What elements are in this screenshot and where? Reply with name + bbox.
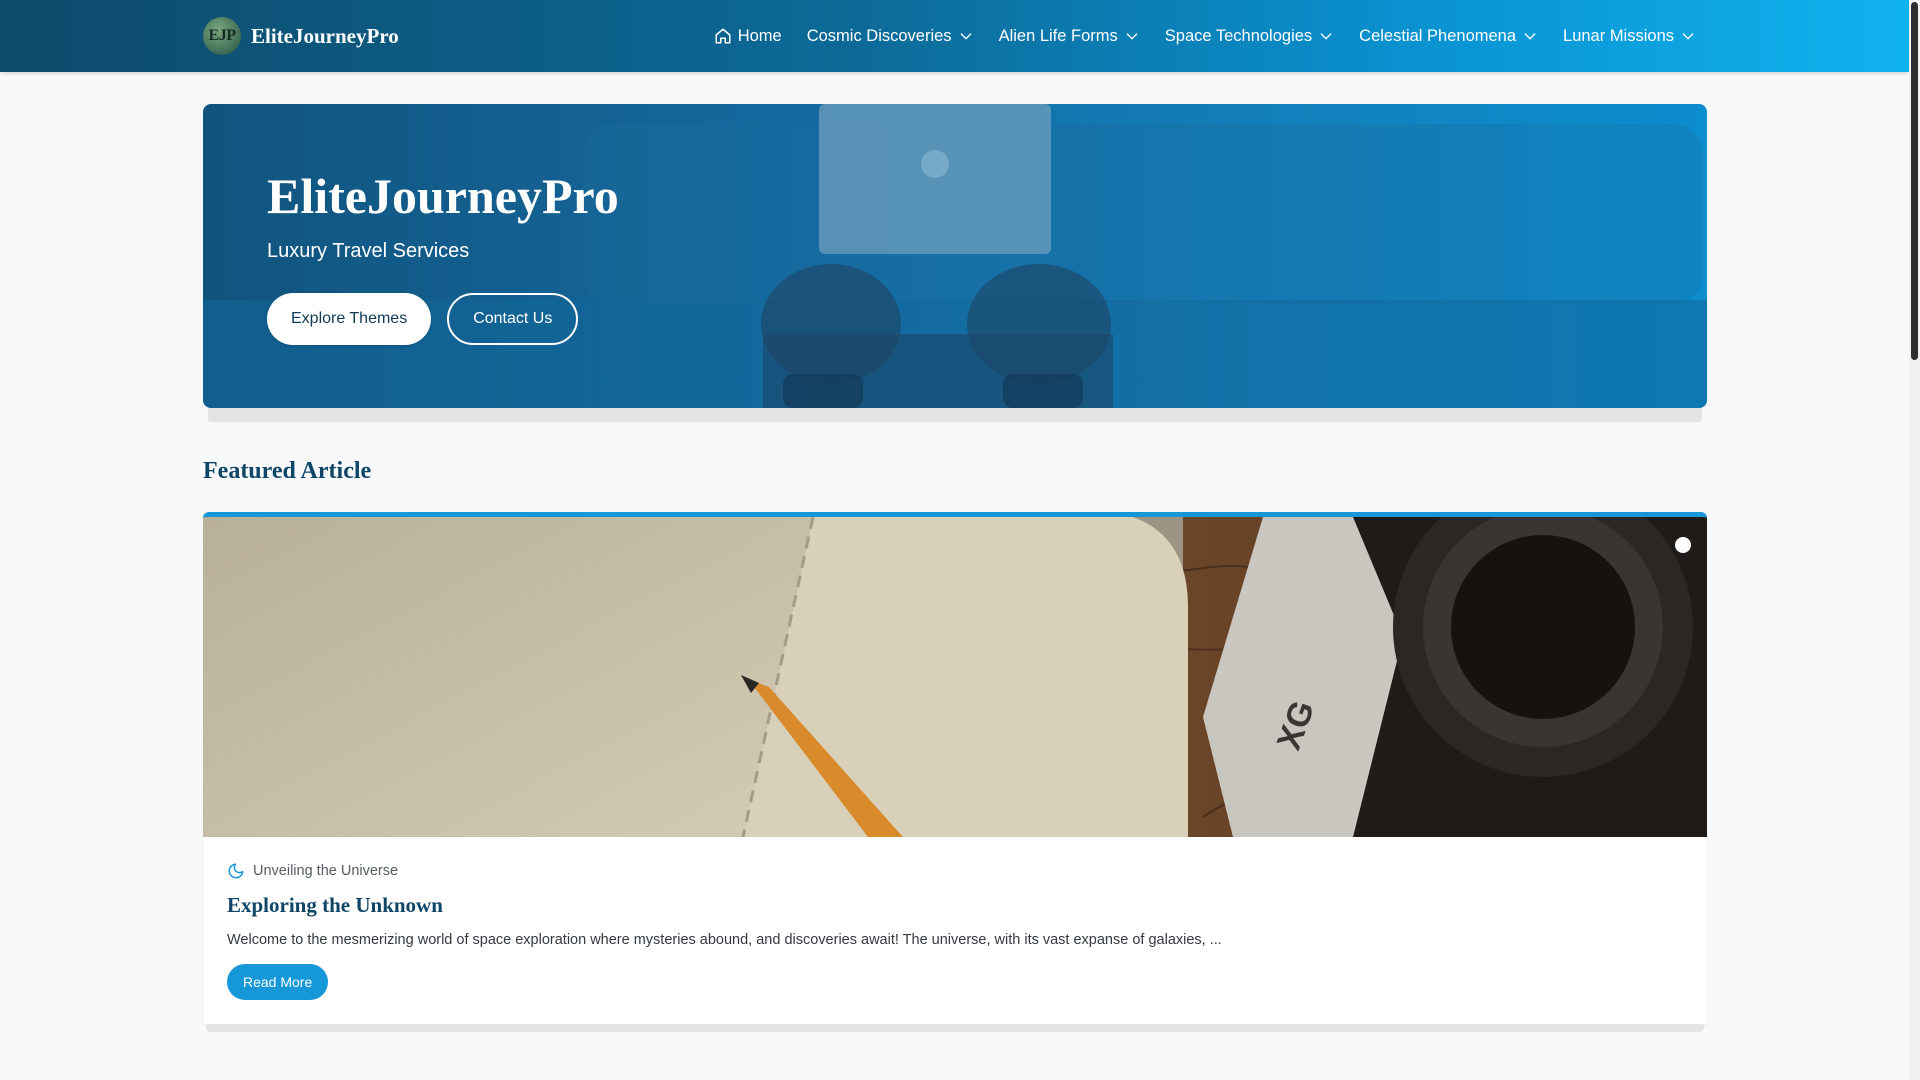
chevron-down-icon — [1126, 33, 1138, 40]
home-icon — [715, 28, 731, 44]
article-category-label: Unveiling the Universe — [253, 863, 399, 879]
article-body: Unveiling the Universe Exploring the Unk… — [203, 837, 1707, 1000]
nav-item-label: Alien Life Forms — [998, 26, 1118, 45]
brand-name[interactable]: EliteJourneyPro — [251, 24, 399, 49]
top-navigation-bar: EJP EliteJourneyPro Home Cosmic Discover… — [0, 0, 1909, 72]
contact-us-button[interactable]: Contact Us — [447, 293, 579, 345]
hero-banner: EliteJourneyPro Luxury Travel Services E… — [203, 104, 1707, 408]
moon-icon — [228, 863, 244, 879]
chevron-down-icon — [960, 33, 971, 40]
nav-item-label: Cosmic Discoveries — [806, 26, 952, 45]
chevron-down-icon — [1524, 33, 1536, 40]
carousel-indicator[interactable] — [1675, 537, 1691, 553]
nav-item-lunar-missions[interactable]: Lunar Missions — [1563, 27, 1696, 46]
nav-item-label: Lunar Missions — [1563, 26, 1674, 45]
article-image: XG — [203, 517, 1707, 837]
nav-item-cosmic-discoveries[interactable]: Cosmic Discoveries — [807, 27, 974, 46]
nav-item-celestial-phenomena[interactable]: Celestial Phenomena — [1359, 27, 1538, 46]
brand-logo[interactable]: EJP — [203, 17, 241, 55]
chevron-down-icon — [1320, 33, 1332, 40]
article-title[interactable]: Exploring the Unknown — [227, 893, 1683, 918]
nav-item-space-technologies[interactable]: Space Technologies — [1165, 27, 1334, 46]
section-title-featured: Featured Article — [203, 458, 372, 484]
hero-content: EliteJourneyPro Luxury Travel Services E… — [267, 164, 619, 345]
read-more-button[interactable]: Read More — [227, 964, 329, 1000]
page-scrollbar[interactable] — [1909, 0, 1920, 1080]
article-photo: XG — [203, 517, 1707, 837]
chevron-down-icon — [1682, 33, 1694, 40]
featured-article-card: XG Unveiling the Universe Exploring the … — [203, 512, 1707, 1024]
nav-item-label: Celestial Phenomena — [1359, 26, 1517, 45]
hero-divider — [208, 408, 1702, 422]
article-category: Unveiling the Universe — [227, 862, 1683, 880]
card-divider — [206, 1024, 1704, 1032]
article-excerpt: Welcome to the mesmerizing world of spac… — [227, 932, 1222, 948]
hero-title: EliteJourneyPro — [267, 168, 619, 224]
scrollbar-thumb[interactable] — [1911, 2, 1918, 360]
explore-themes-button[interactable]: Explore Themes — [267, 293, 432, 345]
main-nav: Home Cosmic Discoveries Alien Life Forms… — [714, 0, 1696, 72]
nav-item-label: Space Technologies — [1164, 26, 1313, 45]
hero-subtitle: Luxury Travel Services — [267, 240, 470, 262]
hero-buttons: Explore Themes Contact Us — [267, 293, 619, 345]
brand[interactable]: EJP EliteJourneyPro — [203, 16, 399, 56]
nav-item-home[interactable]: Home — [714, 27, 782, 46]
nav-item-label: Home — [737, 26, 782, 45]
nav-item-alien-life-forms[interactable]: Alien Life Forms — [999, 27, 1140, 46]
